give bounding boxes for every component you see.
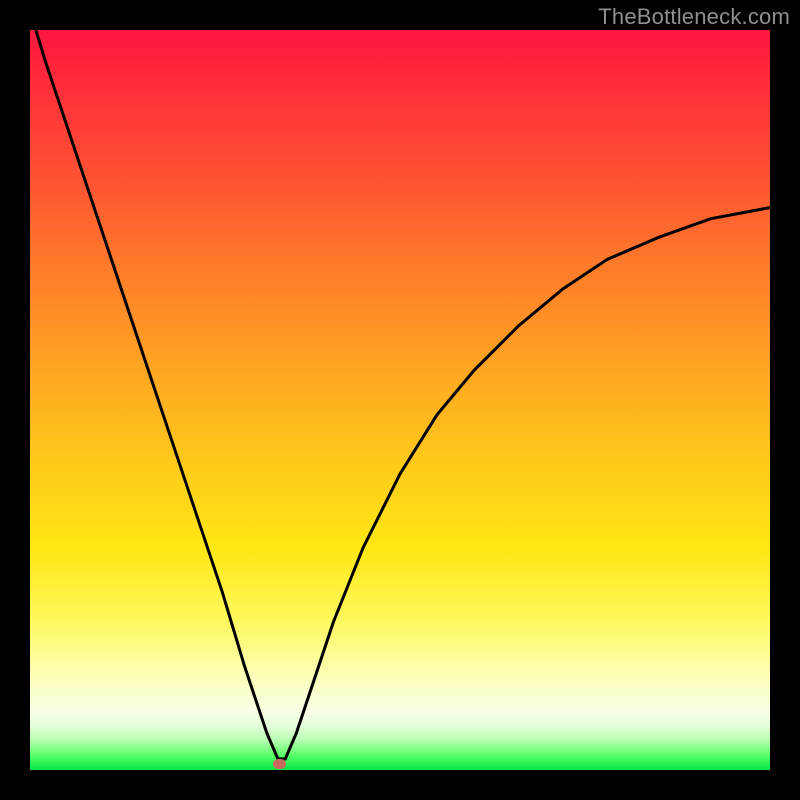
bottleneck-curve [30,30,770,770]
watermark-text: TheBottleneck.com [598,4,790,30]
plot-area [30,30,770,770]
curve-path [36,30,770,759]
optimum-marker [273,759,286,769]
chart-frame: TheBottleneck.com [0,0,800,800]
